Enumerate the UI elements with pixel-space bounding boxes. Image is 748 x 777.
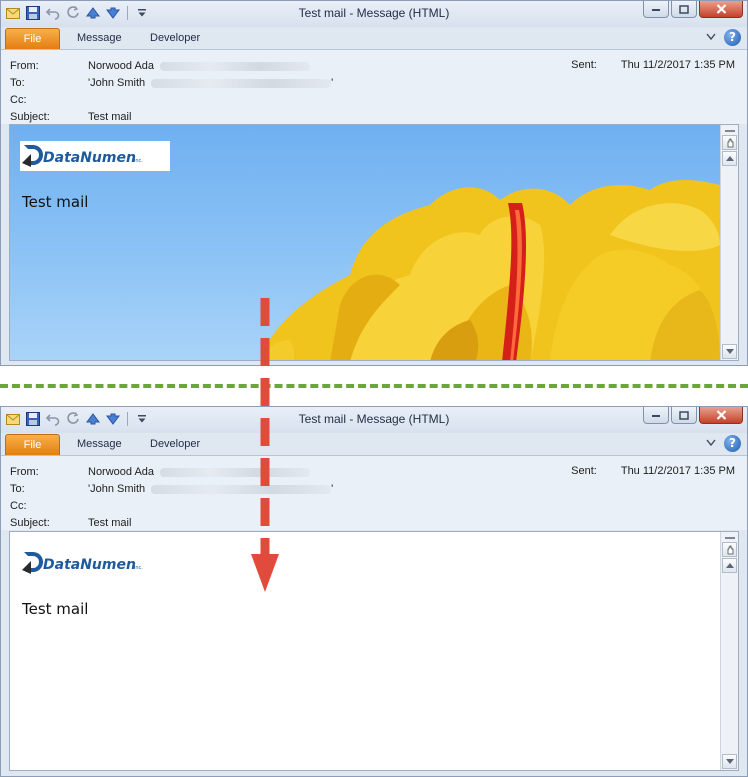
redacted-email — [151, 78, 332, 88]
from-value[interactable]: Norwood Ada — [88, 466, 154, 478]
to-value[interactable]: 'John Smith — [88, 77, 145, 89]
title-bar: Test mail - Message (HTML) — [1, 407, 747, 433]
from-value-wrap: Norwood Ada — [88, 59, 311, 74]
to-value[interactable]: 'John Smith — [88, 483, 145, 495]
datanumen-logo: DataNumen inc. — [20, 548, 170, 578]
from-label: From: — [10, 60, 39, 72]
minimize-button[interactable] — [643, 407, 669, 424]
tab-file[interactable]: File — [5, 28, 60, 49]
chevron-up-icon — [725, 563, 734, 568]
message-header: From: Norwood Ada To: 'John Smith ' Cc: S… — [1, 456, 747, 530]
redacted-email — [151, 484, 332, 494]
chevron-up-icon — [725, 156, 734, 161]
scroll-down-button[interactable] — [722, 344, 737, 359]
sent-value: Thu 11/2/2017 1:35 PM — [620, 465, 735, 477]
ribbon-tabs: File Message Developer ? — [1, 27, 747, 50]
to-suffix: ' — [331, 483, 334, 495]
scroll-up-button[interactable] — [722, 558, 737, 573]
from-label: From: — [10, 466, 39, 478]
sent-value: Thu 11/2/2017 1:35 PM — [620, 59, 735, 71]
tab-message[interactable]: Message — [77, 434, 122, 455]
sent-label: Sent: — [571, 59, 597, 71]
to-label: To: — [10, 483, 25, 495]
tab-developer[interactable]: Developer — [150, 434, 200, 455]
datanumen-logo-image: DataNumen inc. — [22, 145, 143, 167]
transition-arrow-icon — [251, 298, 279, 592]
scroll-up-button[interactable] — [722, 151, 737, 166]
logo-suffix: inc. — [134, 158, 143, 164]
close-button[interactable] — [699, 1, 743, 18]
hand-icon — [727, 545, 733, 554]
to-suffix: ' — [331, 77, 334, 89]
message-header: From: Norwood Ada To: 'John Smith ' Cc: S… — [1, 50, 747, 124]
sent-label: Sent: — [571, 465, 597, 477]
scroll-down-button[interactable] — [722, 754, 737, 769]
message-window-with-background: Test mail - Message (HTML) File Message … — [0, 0, 748, 366]
subject-value: Test mail — [88, 111, 132, 123]
tab-message[interactable]: Message — [77, 28, 122, 49]
minimize-icon — [652, 9, 660, 11]
close-icon — [716, 4, 726, 14]
datanumen-logo-image: DataNumen inc. — [22, 552, 143, 574]
expand-ribbon-icon[interactable] — [706, 438, 716, 450]
to-value-wrap: 'John Smith ' — [88, 482, 333, 497]
body-text: Test mail — [22, 600, 89, 618]
close-icon — [716, 410, 726, 420]
minimize-button[interactable] — [643, 1, 669, 18]
to-label: To: — [10, 77, 25, 89]
hand-icon — [727, 138, 733, 147]
cc-label: Cc: — [10, 500, 27, 512]
sent-row: Sent: Thu 11/2/2017 1:35 PM — [571, 59, 735, 71]
chevron-down-icon — [725, 349, 734, 354]
window-title: Test mail - Message (HTML) — [298, 412, 450, 426]
cc-label: Cc: — [10, 94, 27, 106]
from-value[interactable]: Norwood Ada — [88, 60, 154, 72]
maximize-button[interactable] — [671, 1, 697, 18]
vertical-scrollbar[interactable] — [720, 125, 738, 360]
chevron-down-icon — [725, 759, 734, 764]
scrollbar-drag-handle[interactable] — [722, 135, 737, 150]
maximize-icon — [679, 4, 689, 14]
message-body[interactable]: DataNumen inc. Test mail — [9, 531, 739, 771]
ribbon-right-controls: ? — [706, 435, 741, 452]
help-icon[interactable]: ? — [724, 29, 741, 46]
maximize-icon — [679, 410, 689, 420]
logo-suffix: inc. — [134, 565, 143, 571]
tab-file[interactable]: File — [5, 434, 60, 455]
tab-developer[interactable]: Developer — [150, 28, 200, 49]
title-bar: Test mail - Message (HTML) — [1, 1, 747, 27]
subject-label: Subject: — [10, 517, 50, 529]
scrollbar-drag-handle[interactable] — [722, 542, 737, 557]
to-value-wrap: 'John Smith ' — [88, 76, 333, 91]
close-button[interactable] — [699, 407, 743, 424]
ribbon-right-controls: ? — [706, 29, 741, 46]
maximize-button[interactable] — [671, 407, 697, 424]
sent-row: Sent: Thu 11/2/2017 1:35 PM — [571, 465, 735, 477]
subject-label: Subject: — [10, 111, 50, 123]
subject-value: Test mail — [88, 517, 132, 529]
expand-ribbon-icon[interactable] — [706, 32, 716, 44]
message-window-without-background: Test mail - Message (HTML) File Message … — [0, 406, 748, 777]
body-text: Test mail — [22, 193, 89, 211]
logo-text: DataNumen — [43, 557, 136, 573]
redacted-email — [160, 61, 311, 71]
logo-text: DataNumen — [43, 150, 136, 166]
redacted-email — [160, 467, 311, 477]
ribbon-tabs: File Message Developer ? — [1, 433, 747, 456]
datanumen-logo: DataNumen inc. — [20, 141, 170, 171]
dashed-divider — [0, 384, 748, 389]
message-body[interactable]: DataNumen inc. Test mail — [9, 124, 739, 361]
window-controls — [643, 1, 743, 18]
vertical-scrollbar[interactable] — [720, 532, 738, 770]
help-icon[interactable]: ? — [724, 435, 741, 452]
minimize-icon — [652, 415, 660, 417]
window-title: Test mail - Message (HTML) — [298, 6, 450, 20]
window-controls — [643, 407, 743, 424]
